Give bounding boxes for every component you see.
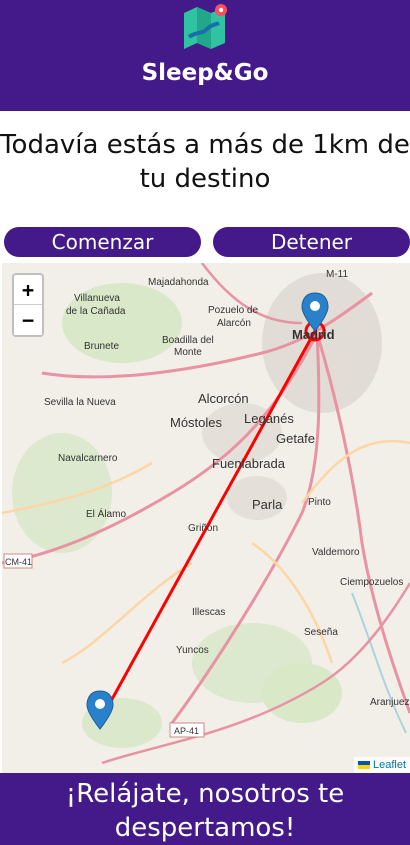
svg-text:Parla: Parla bbox=[252, 497, 283, 512]
svg-text:Brunete: Brunete bbox=[84, 341, 119, 352]
svg-text:Móstoles: Móstoles bbox=[170, 415, 223, 430]
map-view[interactable]: M-11 Majadahonda Villanueva de la Cañada… bbox=[2, 263, 410, 773]
svg-text:Monte: Monte bbox=[174, 347, 202, 358]
app-footer: ¡Relájate, nosotros te despertamos! bbox=[0, 773, 410, 845]
svg-text:Alarcón: Alarcón bbox=[217, 318, 251, 329]
svg-text:El Álamo: El Álamo bbox=[86, 507, 126, 520]
footer-message: ¡Relájate, nosotros te despertamos! bbox=[65, 779, 345, 843]
svg-text:Pozuelo de: Pozuelo de bbox=[208, 305, 258, 316]
svg-text:Ciempozuelos: Ciempozuelos bbox=[340, 577, 403, 588]
zoom-control: + − bbox=[12, 273, 44, 337]
svg-text:Majadahonda: Majadahonda bbox=[148, 277, 209, 288]
zoom-in-button[interactable]: + bbox=[14, 275, 42, 305]
svg-text:Navalcarnero: Navalcarnero bbox=[58, 453, 118, 464]
map-tiles: M-11 Majadahonda Villanueva de la Cañada… bbox=[2, 263, 410, 765]
svg-text:Sevilla la Nueva: Sevilla la Nueva bbox=[44, 397, 116, 408]
svg-text:Illescas: Illescas bbox=[192, 607, 225, 618]
svg-text:CM-41: CM-41 bbox=[5, 557, 32, 567]
app-header: Sleep&Go bbox=[0, 0, 410, 111]
map-pin-icon bbox=[184, 4, 227, 49]
ukraine-flag-icon bbox=[357, 761, 370, 770]
leaflet-link[interactable]: Leaflet bbox=[373, 759, 406, 771]
svg-text:Alcorcón: Alcorcón bbox=[198, 391, 249, 406]
svg-text:Getafe: Getafe bbox=[276, 431, 315, 446]
zoom-out-button[interactable]: − bbox=[14, 305, 42, 335]
svg-text:de la Cañada: de la Cañada bbox=[66, 306, 126, 317]
svg-text:Yuncos: Yuncos bbox=[176, 645, 209, 656]
svg-text:Fuenlabrada: Fuenlabrada bbox=[212, 456, 286, 471]
svg-text:Griñón: Griñón bbox=[188, 523, 218, 534]
svg-text:Villanueva: Villanueva bbox=[74, 293, 120, 304]
svg-text:Pinto: Pinto bbox=[308, 497, 331, 508]
svg-text:Boadilla del: Boadilla del bbox=[162, 335, 214, 346]
svg-text:Seseña: Seseña bbox=[304, 627, 338, 638]
svg-text:M-11: M-11 bbox=[326, 269, 348, 280]
svg-text:Leganés: Leganés bbox=[244, 411, 294, 426]
svg-text:Aranjuez: Aranjuez bbox=[370, 697, 409, 708]
start-button[interactable]: Comenzar bbox=[4, 227, 201, 257]
svg-text:AP-41: AP-41 bbox=[174, 726, 199, 736]
distance-status-message: Todavía estás a más de 1km de tu destino bbox=[0, 130, 410, 194]
map-attribution: Leaflet bbox=[353, 757, 410, 773]
svg-text:Valdemoro: Valdemoro bbox=[312, 547, 360, 558]
stop-button[interactable]: Detener bbox=[213, 227, 410, 257]
app-title: Sleep&Go bbox=[141, 60, 269, 86]
